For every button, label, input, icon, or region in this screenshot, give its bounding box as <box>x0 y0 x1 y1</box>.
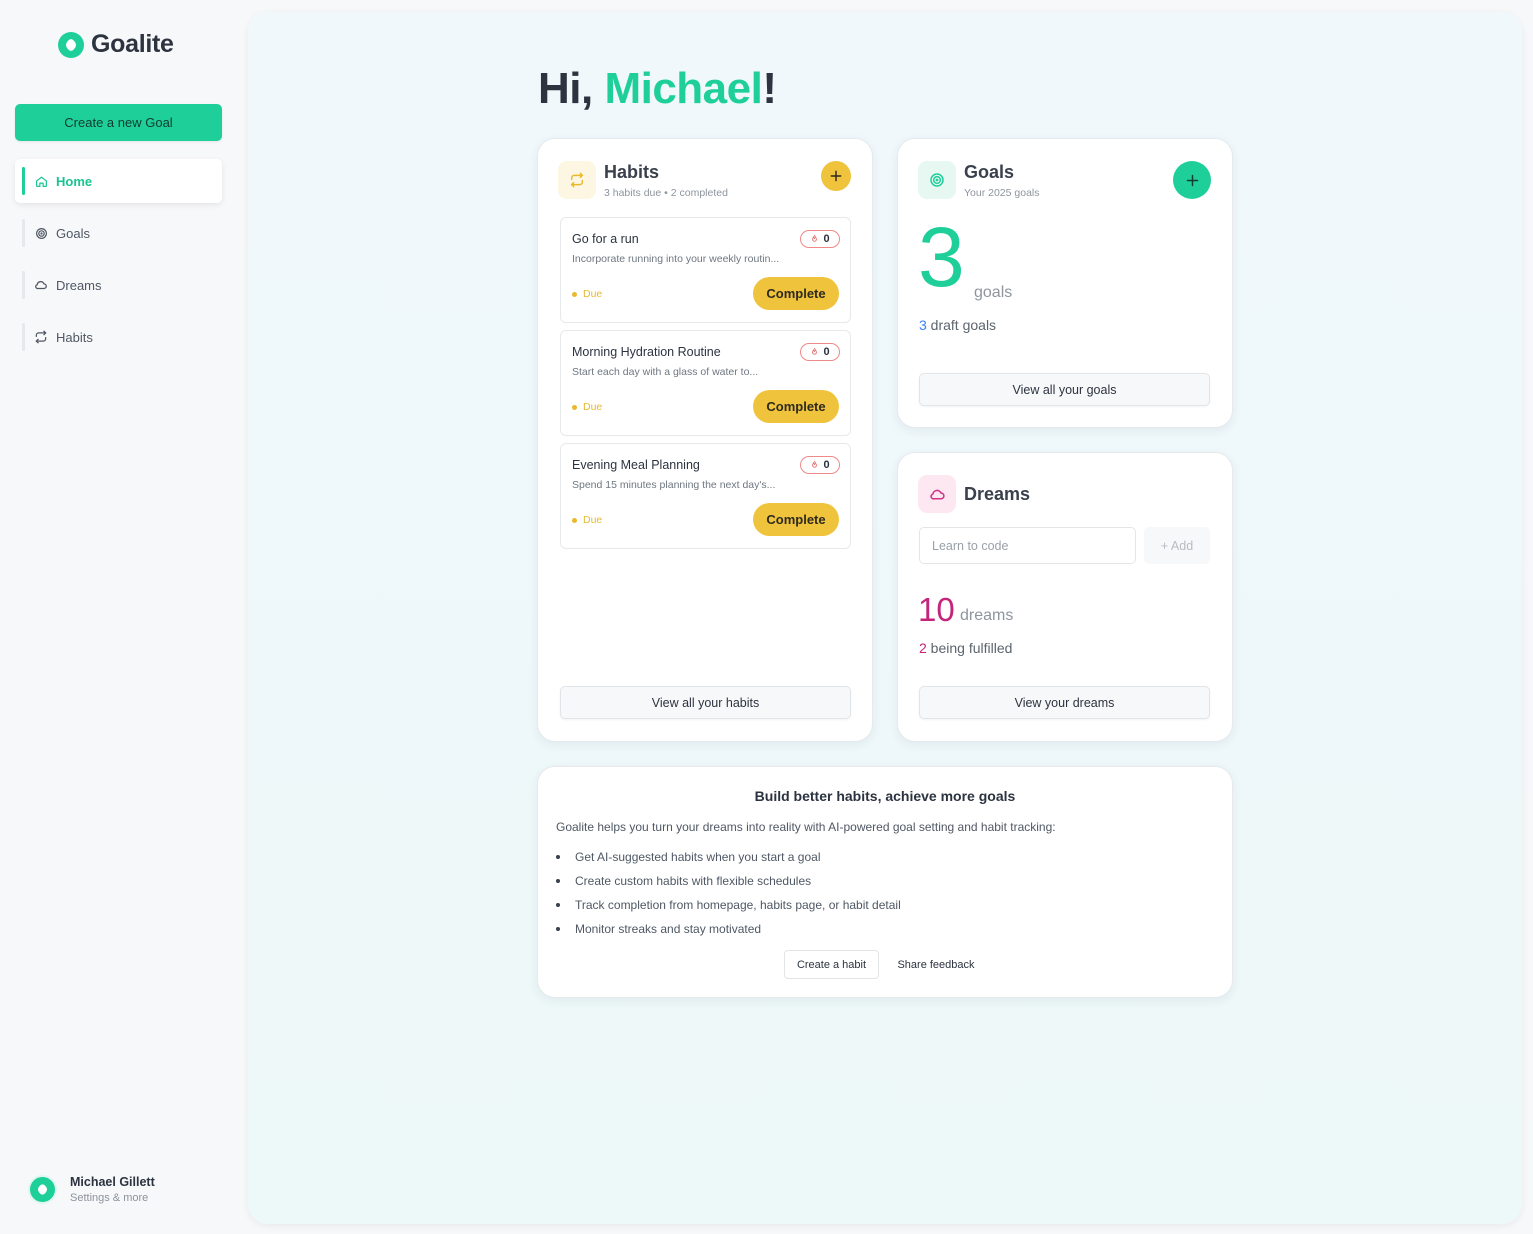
streak-badge: 0 <box>800 230 840 248</box>
fulfilled-count: 2 <box>919 640 927 656</box>
info-title: Build better habits, achieve more goals <box>754 788 1016 804</box>
habit-name: Evening Meal Planning <box>572 458 700 472</box>
target-icon <box>918 161 956 199</box>
status-badge: Due <box>572 288 602 300</box>
list-item[interactable]: Evening Meal Planning Spend 15 minutes p… <box>560 443 851 549</box>
complete-button[interactable]: Complete <box>753 277 839 310</box>
info-list: Get AI-suggested habits when you start a… <box>556 845 901 941</box>
home-icon <box>34 174 48 188</box>
status-badge: Due <box>572 514 602 526</box>
dreams-title: Dreams <box>964 483 1031 504</box>
dreams-count: 10 <box>918 591 955 628</box>
list-item: Monitor streaks and stay motivated <box>556 917 901 941</box>
flame-icon <box>812 460 818 468</box>
add-dream-button[interactable]: + Add <box>1144 527 1210 564</box>
greeting-prefix: Hi, <box>538 64 605 113</box>
dreams-card-header: Dreams <box>918 475 1030 513</box>
streak-badge: 0 <box>800 343 840 361</box>
goals-count: 3 <box>918 210 965 304</box>
view-all-goals-button[interactable]: View all your goals <box>919 373 1210 406</box>
create-habit-button[interactable]: Create a habit <box>784 950 879 979</box>
main-panel: Hi, Michael! Habits 3 habits due • 2 com… <box>248 12 1522 1224</box>
draft-goals-label: draft goals <box>926 317 997 333</box>
repeat-icon <box>558 161 596 199</box>
goals-card-header: Goals Your 2025 goals <box>918 161 1040 199</box>
sidebar-item-home[interactable]: Home <box>15 159 222 203</box>
dreams-card: Dreams + Add 10 dreams 2 being fulfilled… <box>897 452 1233 742</box>
flame-icon <box>812 347 818 355</box>
habit-name: Morning Hydration Routine <box>572 345 721 359</box>
streak-count: 0 <box>823 233 830 245</box>
plus-icon <box>1186 174 1198 186</box>
streak-count: 0 <box>823 459 830 471</box>
page-title: Hi, Michael! <box>538 64 777 114</box>
status-badge: Due <box>572 401 602 413</box>
list-item: Get AI-suggested habits when you start a… <box>556 845 901 869</box>
dream-input[interactable] <box>919 527 1136 564</box>
sidebar-item-habits[interactable]: Habits <box>15 315 222 359</box>
sidebar: Goalite Create a new Goal Home Goals Dre… <box>0 0 240 1234</box>
cloud-icon <box>918 475 956 513</box>
share-feedback-button[interactable]: Share feedback <box>890 950 982 979</box>
complete-button[interactable]: Complete <box>753 390 839 423</box>
list-item: Track completion from homepage, habits p… <box>556 893 901 917</box>
sidebar-item-label: Habits <box>56 329 93 345</box>
dreams-count-unit: dreams <box>960 607 1014 624</box>
target-icon <box>34 226 48 240</box>
create-goal-button[interactable]: Create a new Goal <box>15 104 222 141</box>
list-item[interactable]: Morning Hydration Routine Start each day… <box>560 330 851 436</box>
goals-subtitle: Your 2025 goals <box>964 186 1040 199</box>
habit-description: Incorporate running into your weekly rou… <box>572 253 780 265</box>
plus-icon <box>830 170 842 182</box>
info-text: Goalite helps you turn your dreams into … <box>556 820 1056 834</box>
sidebar-item-label: Home <box>56 173 93 189</box>
streak-badge: 0 <box>800 456 840 474</box>
sidebar-nav: Home Goals Dreams Habits <box>15 159 222 367</box>
habit-description: Start each day with a glass of water to.… <box>572 366 759 378</box>
draft-goals: 3 draft goals <box>919 317 996 333</box>
user-info: Michael Gillett Settings & more <box>70 1175 155 1204</box>
brand[interactable]: Goalite <box>58 30 174 59</box>
dreams-fulfilled: 2 being fulfilled <box>919 640 1012 656</box>
user-subtitle: Settings & more <box>70 1192 149 1204</box>
sidebar-item-dreams[interactable]: Dreams <box>15 263 222 307</box>
habit-description: Spend 15 minutes planning the next day's… <box>572 479 776 491</box>
goals-card: Goals Your 2025 goals 3 goals 3 draft go… <box>897 138 1233 428</box>
cloud-icon <box>34 278 48 292</box>
avatar <box>28 1175 57 1204</box>
habits-card-header: Habits 3 habits due • 2 completed <box>558 161 728 199</box>
plus-icon: + <box>1160 538 1171 553</box>
fulfilled-label: being fulfilled <box>926 640 1013 656</box>
info-card: Build better habits, achieve more goals … <box>537 766 1233 998</box>
complete-button[interactable]: Complete <box>753 503 839 536</box>
draft-goals-count: 3 <box>919 317 927 333</box>
habits-title: Habits <box>604 161 660 182</box>
habits-subtitle: 3 habits due • 2 completed <box>604 186 728 199</box>
user-menu[interactable]: Michael Gillett Settings & more <box>28 1175 155 1204</box>
brand-name: Goalite <box>91 30 174 58</box>
greeting-suffix: ! <box>762 64 777 113</box>
list-item: Create custom habits with flexible sched… <box>556 869 901 893</box>
streak-count: 0 <box>823 346 830 358</box>
flame-icon <box>812 234 818 242</box>
add-dream-label: Add <box>1170 538 1194 553</box>
habit-name: Go for a run <box>572 232 639 246</box>
user-name: Michael Gillett <box>70 1175 155 1189</box>
greeting-name: Michael <box>604 64 763 113</box>
list-item[interactable]: Go for a run Incorporate running into yo… <box>560 217 851 323</box>
add-habit-button[interactable] <box>821 161 851 191</box>
add-goal-button[interactable] <box>1173 161 1211 199</box>
view-dreams-button[interactable]: View your dreams <box>919 686 1210 719</box>
view-all-habits-button[interactable]: View all your habits <box>560 686 851 719</box>
goals-title: Goals <box>964 161 1015 182</box>
sidebar-item-label: Goals <box>56 225 90 241</box>
goalite-logo-icon <box>58 31 84 58</box>
habits-card: Habits 3 habits due • 2 completed Go for… <box>537 138 873 742</box>
sidebar-item-goals[interactable]: Goals <box>15 211 222 255</box>
sidebar-item-label: Dreams <box>56 277 102 293</box>
repeat-icon <box>34 330 48 344</box>
goals-count-unit: goals <box>974 284 1013 301</box>
